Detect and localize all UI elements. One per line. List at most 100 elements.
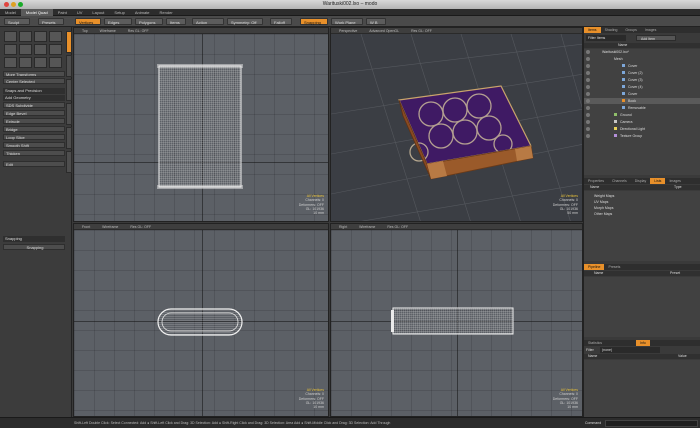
falloff-dropdown[interactable]: Falloff bbox=[270, 18, 292, 25]
tab-animate[interactable]: Animate bbox=[130, 9, 155, 16]
vertical-tab-mesh-edit[interactable] bbox=[66, 103, 72, 125]
bridge-tool-icon[interactable] bbox=[34, 57, 47, 68]
list-other-maps[interactable]: Other Maps bbox=[584, 211, 700, 217]
extrude-button[interactable]: Extrude bbox=[3, 118, 65, 124]
cone-tool-icon[interactable] bbox=[34, 44, 47, 55]
box-tool-icon[interactable] bbox=[49, 44, 62, 55]
snapping-button[interactable]: Snapping bbox=[3, 244, 65, 250]
visibility-eye-icon[interactable] bbox=[586, 99, 590, 103]
viewport-perspective[interactable]: Perspective Advanced OpenGL Res GL: OFF Al… bbox=[330, 27, 583, 222]
vertices-mode-button[interactable]: Vertices bbox=[75, 18, 101, 25]
tree-item-cover-2[interactable]: Cover (2) bbox=[584, 70, 700, 76]
vertical-tab-edge[interactable] bbox=[66, 151, 72, 173]
tree-item-camera[interactable]: Camera bbox=[584, 119, 700, 125]
tree-item-cover-4[interactable]: Cover (4) bbox=[584, 84, 700, 90]
tab-shading[interactable]: Shading bbox=[601, 27, 622, 33]
tab-model[interactable]: Model bbox=[0, 9, 21, 16]
bevel-tool-icon[interactable] bbox=[4, 57, 17, 68]
symmetry-dropdown[interactable]: Symmetry: Off bbox=[227, 18, 263, 25]
tree-item-texture-group[interactable]: Texture Group bbox=[584, 133, 700, 139]
sculpt-button[interactable]: Sculpt bbox=[4, 18, 30, 25]
visibility-eye-icon[interactable] bbox=[586, 85, 590, 89]
transform-tool-icon[interactable] bbox=[4, 31, 17, 42]
viewport-front[interactable]: Front Wireframe Res GL: OFF All Vertices Ch… bbox=[73, 223, 329, 417]
maximize-window-button[interactable] bbox=[18, 2, 23, 7]
tab-presets[interactable]: Presets bbox=[604, 264, 624, 270]
center-selected-button[interactable]: Center Selected bbox=[3, 78, 65, 84]
visibility-eye-icon[interactable] bbox=[586, 127, 590, 131]
vertical-tab-deform[interactable] bbox=[66, 55, 72, 77]
scale-tool-icon[interactable] bbox=[49, 31, 62, 42]
vertical-tab-basic[interactable] bbox=[66, 31, 72, 53]
tree-item-scene[interactable]: Warituski002.lxo* bbox=[584, 49, 700, 55]
thicken-button[interactable]: Thicken bbox=[3, 150, 65, 156]
visibility-eye-icon[interactable] bbox=[586, 134, 590, 138]
smooth-shift-button[interactable]: Smooth Shift bbox=[3, 142, 65, 148]
edit-dropdown[interactable]: Edit bbox=[3, 161, 65, 167]
tab-items[interactable]: Items bbox=[584, 27, 601, 33]
tree-item-cover[interactable]: Cover bbox=[584, 63, 700, 69]
filter-dropdown[interactable]: (none) bbox=[600, 347, 660, 353]
items-mode-button[interactable]: Items bbox=[166, 18, 186, 25]
snapping-toggle[interactable]: Snapping bbox=[300, 18, 328, 25]
tab-images[interactable]: Images bbox=[641, 27, 660, 33]
vertical-tab-duplicate[interactable] bbox=[66, 79, 72, 101]
add-item-button[interactable]: Add Item bbox=[636, 35, 676, 41]
tree-item-mesh[interactable]: Mesh bbox=[584, 56, 700, 62]
tab-layout[interactable]: Layout bbox=[87, 9, 109, 16]
tree-item-removable[interactable]: Removable bbox=[584, 105, 700, 111]
viewport-top[interactable]: Top Wireframe Res GL: OFF All Vertices Chan… bbox=[73, 27, 329, 222]
visibility-eye-icon[interactable] bbox=[586, 50, 590, 54]
visibility-eye-icon[interactable] bbox=[586, 71, 590, 75]
visibility-eye-icon[interactable] bbox=[586, 113, 590, 117]
tab-channels[interactable]: Channels bbox=[608, 178, 631, 184]
edge-bevel-button[interactable]: Edge Bevel bbox=[3, 110, 65, 116]
tree-item-directional-light[interactable]: Directional Light bbox=[584, 126, 700, 132]
filter-items-field[interactable]: Filter Items bbox=[586, 35, 626, 41]
cylinder-tool-icon[interactable] bbox=[19, 44, 32, 55]
sphere-tool-icon[interactable] bbox=[4, 44, 17, 55]
action-center-dropdown[interactable]: Action Center bbox=[192, 18, 224, 32]
tree-item-ground[interactable]: Ground bbox=[584, 112, 700, 118]
visibility-eye-icon[interactable] bbox=[586, 78, 590, 82]
vertical-tab-vertex[interactable] bbox=[66, 127, 72, 149]
extrude-tool-icon[interactable] bbox=[19, 57, 32, 68]
tab-lists[interactable]: Lists bbox=[650, 178, 666, 184]
visibility-eye-icon[interactable] bbox=[586, 92, 590, 96]
tab-paint[interactable]: Paint bbox=[53, 9, 72, 16]
tab-uv[interactable]: UV bbox=[72, 9, 88, 16]
edges-mode-button[interactable]: Edges bbox=[104, 18, 132, 25]
tab-info[interactable]: Info bbox=[636, 340, 650, 346]
tab-display[interactable]: Display bbox=[631, 178, 650, 184]
more-transforms-button[interactable]: More Transforms bbox=[3, 71, 65, 77]
wb-button[interactable]: W B bbox=[366, 18, 386, 25]
work-plane-dropdown[interactable]: Work Plane bbox=[331, 18, 363, 25]
tab-setup[interactable]: Setup bbox=[109, 9, 129, 16]
tab-groups[interactable]: Groups bbox=[621, 27, 640, 33]
visibility-eye-icon[interactable] bbox=[586, 64, 590, 68]
tab-render[interactable]: Render bbox=[155, 9, 178, 16]
visibility-eye-icon[interactable] bbox=[586, 57, 590, 61]
command-input[interactable] bbox=[605, 420, 698, 427]
sds-subdivide-button[interactable]: SDS Subdivide bbox=[3, 102, 65, 108]
visibility-eye-icon[interactable] bbox=[586, 106, 590, 110]
tree-item-cover-5[interactable]: Cover bbox=[584, 91, 700, 97]
rotate-tool-icon[interactable] bbox=[34, 31, 47, 42]
tab-pipeline[interactable]: Pipeline bbox=[584, 264, 605, 270]
tree-item-book[interactable]: Book bbox=[584, 98, 700, 104]
tab-images-2[interactable]: Images bbox=[665, 178, 684, 184]
add-geometry-header[interactable]: Add Geometry bbox=[3, 95, 65, 101]
move-tool-icon[interactable] bbox=[19, 31, 32, 42]
tab-properties[interactable]: Properties bbox=[584, 178, 608, 184]
tab-statistics[interactable]: Statistics bbox=[584, 340, 606, 346]
close-window-button[interactable] bbox=[4, 2, 9, 7]
visibility-eye-icon[interactable] bbox=[586, 120, 590, 124]
snaps-precision-header[interactable]: Snaps and Precision bbox=[3, 88, 65, 94]
bridge-button[interactable]: Bridge bbox=[3, 126, 65, 132]
polygons-mode-button[interactable]: Polygons bbox=[135, 18, 163, 25]
tree-item-cover-3[interactable]: Cover (3) bbox=[584, 77, 700, 83]
minimize-window-button[interactable] bbox=[11, 2, 16, 7]
tab-model-quad[interactable]: Model Quad bbox=[20, 9, 53, 16]
viewport-right[interactable]: Right Wireframe Res GL: OFF All Vertices Ch… bbox=[330, 223, 583, 417]
loop-slice-button[interactable]: Loop Slice bbox=[3, 134, 65, 140]
